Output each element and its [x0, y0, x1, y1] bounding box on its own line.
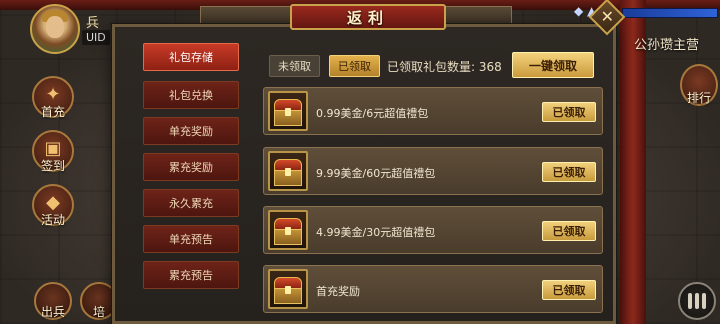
calendar-icon: ▣ — [44, 138, 62, 159]
claimed-button[interactable]: 已领取 — [542, 221, 596, 241]
modal-title-plate: 返利 — [290, 4, 446, 30]
ranking-label: 排行 — [686, 91, 711, 105]
uid-label: UID — [82, 30, 110, 45]
reward-name: 0.99美金/6元超值禮包 — [316, 107, 429, 120]
tab-single-charge-preview[interactable]: 单充预告 — [143, 225, 239, 253]
claimed-button[interactable]: 已领取 — [542, 162, 596, 182]
treasure-chest-icon — [268, 210, 308, 250]
activity-button[interactable]: ◆ 活动 — [32, 184, 74, 227]
claimed-button[interactable]: 已领取 — [542, 280, 596, 300]
dispatch-troops-button[interactable]: 出兵 — [34, 282, 72, 320]
activity-label: 活动 — [40, 213, 65, 227]
tab-gift-storage[interactable]: 礼包存储 — [143, 43, 239, 71]
reward-row: 4.99美金/30元超值禮包 已领取 — [263, 206, 603, 254]
claim-all-button[interactable]: 一键领取 — [512, 52, 594, 78]
tab-cumulative-charge-preview[interactable]: 累充预告 — [143, 261, 239, 289]
rebate-modal: 礼包存储 礼包兑换 单充奖励 累充奖励 永久累充 单充预告 累充预告 未领取 已… — [112, 24, 616, 324]
gift-icon: ✦ — [45, 84, 61, 105]
energy-bar — [622, 8, 718, 18]
menu-bar-icon — [688, 293, 692, 309]
tab-single-charge-reward[interactable]: 单充奖励 — [143, 117, 239, 145]
first-charge-button[interactable]: ✦ 首充 — [32, 76, 74, 119]
lantern-icon: ◆ — [46, 192, 60, 213]
reward-name: 4.99美金/30元超值禮包 — [316, 226, 436, 239]
reward-name: 9.99美金/60元超值禮包 — [316, 167, 436, 180]
face-icon — [46, 16, 64, 38]
close-icon: ✕ — [600, 7, 615, 27]
reward-row: 0.99美金/6元超值禮包 已领取 — [263, 87, 603, 135]
location-name: 公孙瓒主营 — [634, 38, 700, 53]
sign-in-label: 签到 — [40, 159, 65, 173]
menu-bar-icon — [702, 293, 706, 309]
treasure-chest-icon — [268, 151, 308, 191]
reward-row: 9.99美金/60元超值禮包 已领取 — [263, 147, 603, 195]
ranking-button[interactable]: 排行 — [680, 64, 718, 106]
dispatch-troops-label: 出兵 — [40, 305, 65, 319]
modal-title: 返利 — [346, 8, 389, 27]
menu-bar-icon — [695, 293, 699, 309]
sign-in-button[interactable]: ▣ 签到 — [32, 130, 74, 173]
filter-claimed[interactable]: 已领取 — [329, 55, 380, 77]
first-charge-label: 首充 — [40, 105, 65, 119]
tab-cumulative-charge-reward[interactable]: 累充奖励 — [143, 153, 239, 181]
reward-row: 首充奖励 已领取 — [263, 265, 603, 313]
avatar[interactable] — [30, 4, 80, 54]
filter-unclaimed[interactable]: 未领取 — [269, 55, 320, 77]
treasure-chest-icon — [268, 269, 308, 309]
hud-top-label: 兵 — [86, 16, 100, 31]
treasure-chest-icon — [268, 91, 308, 131]
claimed-button[interactable]: 已领取 — [542, 102, 596, 122]
tab-gift-exchange[interactable]: 礼包兑换 — [143, 81, 239, 109]
tab-permanent-cumulative[interactable]: 永久累充 — [143, 189, 239, 217]
menu-button[interactable] — [678, 282, 716, 320]
reward-name: 首充奖励 — [316, 285, 360, 298]
claimed-count: 已领取礼包数量: 368 — [387, 60, 502, 74]
